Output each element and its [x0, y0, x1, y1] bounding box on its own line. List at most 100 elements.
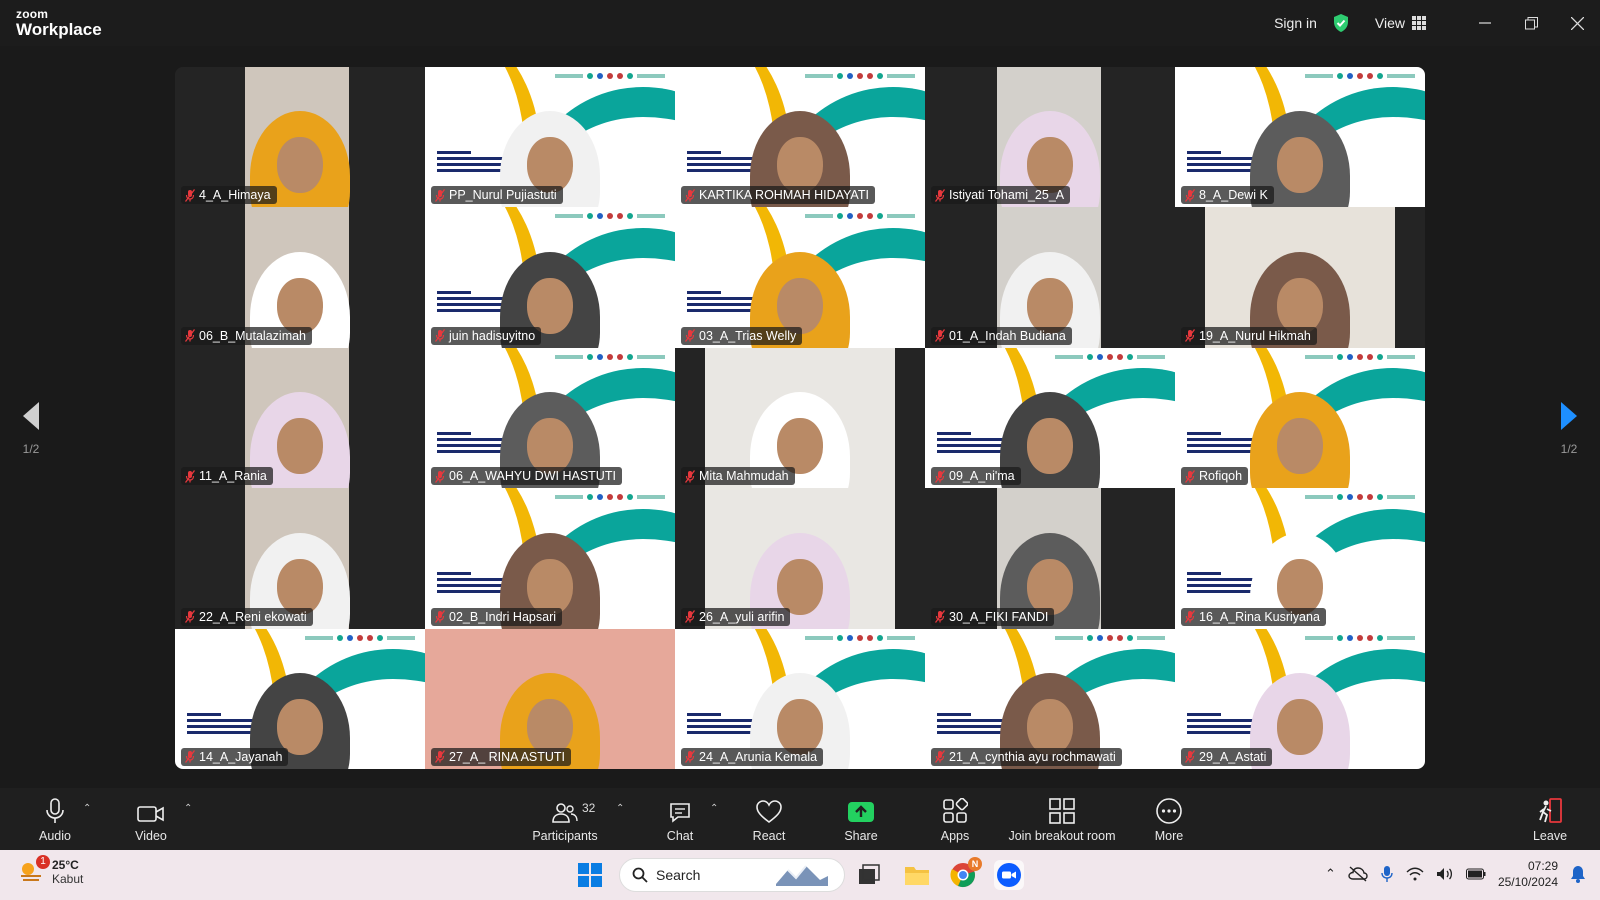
participant-name-label: 30_A_FIKI FANDI [931, 607, 1055, 626]
show-hidden-icons-chevron[interactable]: ⌃ [1325, 866, 1336, 882]
participant-tile[interactable]: 4_A_Himaya [175, 67, 425, 208]
weather-widget[interactable]: 1 25°C Kabut [18, 855, 84, 886]
audio-options-caret[interactable]: ⌃ [83, 803, 91, 814]
participant-tile[interactable]: 16_A_Rina Kusriyana [1175, 488, 1425, 629]
restore-button[interactable] [1508, 0, 1554, 46]
chrome-app[interactable]: N [950, 857, 982, 888]
participant-tile[interactable]: 22_A_Reni ekowati [175, 488, 425, 629]
participant-tile[interactable]: 8_A_Dewi K [1175, 67, 1425, 208]
participant-tile[interactable]: KARTIKA ROHMAH HIDAYATI [675, 67, 925, 208]
chat-options-caret[interactable]: ⌃ [710, 803, 718, 814]
view-button[interactable]: View [1375, 15, 1426, 31]
more-button[interactable]: More [1148, 788, 1190, 850]
speaker-icon[interactable] [1436, 867, 1454, 881]
battery-icon[interactable] [1465, 868, 1486, 880]
participant-name: Rofiqoh [1199, 469, 1243, 484]
minimize-button[interactable] [1462, 0, 1508, 46]
participant-name: 19_A_Nurul Hikmah [1199, 328, 1311, 343]
participant-tile[interactable]: 06_B_Mutalazimah [175, 207, 425, 348]
participant-tile[interactable]: 29_A_Astati [1175, 628, 1425, 769]
participant-tile[interactable]: 09_A_ni'ma [925, 347, 1175, 489]
mic-muted-icon [935, 469, 945, 483]
mic-muted-icon [185, 750, 195, 764]
participant-tile[interactable]: 03_A_Trias Welly [675, 207, 925, 348]
logo-zoom-text: zoom [16, 7, 49, 21]
system-tray: ⌃ 07:29 25/10/2024 [1325, 858, 1586, 890]
participant-tile[interactable]: Istiyati Tohami_25_A [925, 67, 1175, 208]
participant-tile[interactable]: 30_A_FIKI FANDI [925, 488, 1175, 629]
minimize-icon [1479, 22, 1491, 24]
share-button[interactable]: Share [840, 788, 882, 850]
microphone-in-use-icon[interactable] [1380, 865, 1394, 883]
chat-icon [670, 802, 690, 823]
windows-start-icon[interactable] [578, 863, 602, 887]
task-view-icon[interactable] [858, 864, 880, 886]
participant-name: 22_A_Reni ekowati [199, 609, 307, 624]
close-button[interactable] [1554, 0, 1600, 46]
mic-muted-icon [1185, 750, 1195, 764]
participant-name: 16_A_Rina Kusriyana [1199, 609, 1320, 624]
more-label: More [1154, 828, 1184, 843]
participant-name: 30_A_FIKI FANDI [949, 609, 1049, 624]
participant-tile[interactable]: juin hadisuyitno [425, 207, 675, 348]
zoom-taskbar-app[interactable] [994, 860, 1024, 890]
participant-name-label: 03_A_Trias Welly [681, 326, 803, 345]
wifi-icon[interactable] [1406, 867, 1424, 881]
apps-button[interactable]: Apps [935, 788, 975, 850]
participant-tile[interactable]: 27_A_ RINA ASTUTI [425, 628, 675, 769]
participant-tile[interactable]: Rofiqoh [1175, 347, 1425, 489]
search-placeholder: Search [656, 867, 701, 883]
participant-tile[interactable]: 14_A_Jayanah [175, 628, 425, 769]
windows-taskbar: 1 25°C Kabut Search N ⌃ 07:29 25/10/2024 [0, 850, 1600, 900]
participant-tile[interactable]: 11_A_Rania [175, 347, 425, 489]
weather-condition: Kabut [52, 872, 84, 886]
participant-tile[interactable]: 19_A_Nurul Hikmah [1175, 207, 1425, 348]
clock[interactable]: 07:29 25/10/2024 [1498, 858, 1558, 890]
next-page-button[interactable]: 1/2 [1554, 402, 1584, 456]
file-explorer-icon[interactable] [904, 864, 930, 886]
taskbar-search-box[interactable]: Search [619, 858, 845, 892]
mic-muted-icon [685, 189, 695, 202]
participant-tile[interactable]: PP_Nurul Pujiastuti [425, 67, 675, 208]
participant-tile[interactable]: 02_B_Indri Hapsari [425, 488, 675, 629]
share-label: Share [844, 828, 878, 843]
video-options-caret[interactable]: ⌃ [184, 803, 192, 814]
clock-time: 07:29 [1527, 859, 1558, 873]
chat-button[interactable]: Chat [660, 788, 700, 850]
participant-tile[interactable]: 06_A_WAHYU DWI HASTUTI [425, 347, 675, 489]
mic-muted-icon [185, 329, 195, 343]
apps-icon [943, 797, 968, 823]
previous-page-button[interactable]: 1/2 [16, 402, 46, 456]
participants-button[interactable]: Participants [526, 788, 604, 850]
react-button[interactable]: React [748, 788, 790, 850]
participant-name: 21_A_cynthia ayu rochmawati [949, 749, 1116, 764]
participant-tile[interactable]: 24_A_Arunia Kemala [675, 628, 925, 769]
participants-icon [552, 802, 578, 823]
participant-grid: 4_A_Himaya PP_Nurul Pujiastuti KARTIKA ROH… [175, 67, 1425, 769]
participant-name-label: PP_Nurul Pujiastuti [431, 186, 563, 205]
mic-muted-icon [435, 750, 445, 764]
onedrive-offline-icon[interactable] [1348, 866, 1368, 882]
title-bar: zoom Workplace Sign in View [0, 0, 1600, 46]
video-button[interactable]: Video [128, 788, 174, 850]
participant-name: juin hadisuyitno [449, 328, 536, 343]
shield-check-icon[interactable] [1331, 13, 1351, 33]
participant-tile[interactable]: 21_A_cynthia ayu rochmawati [925, 628, 1175, 769]
participant-name-label: Rofiqoh [1181, 467, 1249, 486]
participant-name-label: juin hadisuyitno [431, 326, 542, 345]
participant-name: 4_A_Himaya [199, 188, 271, 203]
participant-tile[interactable]: 26_A_yuli arifin [675, 488, 925, 629]
weather-temperature: 25°C [52, 858, 79, 872]
participants-options-caret[interactable]: ⌃ [616, 803, 624, 814]
mic-muted-icon [685, 329, 695, 343]
participant-tile[interactable]: Mita Mahmudah [675, 347, 925, 489]
join-breakout-room-button[interactable]: Join breakout room [1000, 788, 1124, 850]
sign-in-link[interactable]: Sign in [1274, 15, 1317, 31]
audio-button[interactable]: Audio [33, 788, 77, 850]
page-indicator-left: 1/2 [22, 442, 40, 456]
participant-tile[interactable]: 01_A_Indah Budiana [925, 207, 1175, 348]
participant-name-label: Mita Mahmudah [681, 467, 795, 486]
view-label: View [1374, 15, 1405, 31]
notification-bell-icon[interactable] [1570, 865, 1586, 883]
leave-button[interactable]: Leave [1530, 788, 1570, 850]
